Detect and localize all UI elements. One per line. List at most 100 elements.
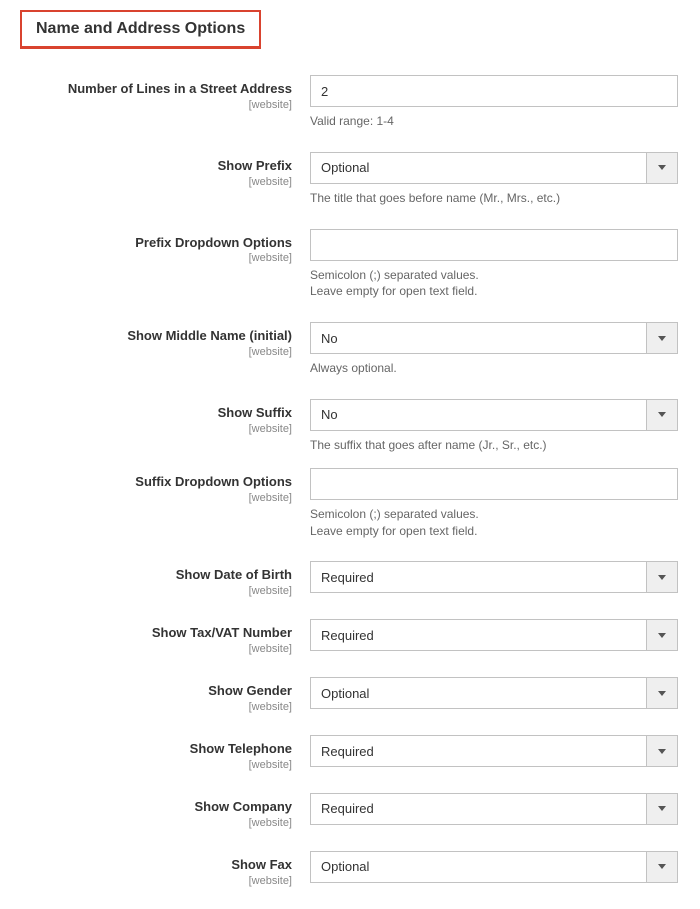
field-scope: [website] [0, 759, 292, 771]
field-label: Show Suffix [0, 405, 292, 422]
input-col: Required [310, 793, 678, 825]
field-label: Show Company [0, 799, 292, 816]
chevron-down-icon [646, 322, 678, 354]
field-scope: [website] [0, 252, 292, 264]
help-text: Valid range: 1-4 [310, 113, 678, 130]
select-value: No [310, 399, 646, 431]
help-line: Semicolon (;) separated values. [310, 507, 479, 521]
label-col: Show Date of Birth [website] [0, 561, 310, 597]
field-show-taxvat: Show Tax/VAT Number [website] Required [0, 619, 700, 655]
select-value: Required [310, 793, 646, 825]
select-value: Optional [310, 677, 646, 709]
chevron-down-icon [646, 735, 678, 767]
select-value: Required [310, 561, 646, 593]
help-text: Semicolon (;) separated values. Leave em… [310, 267, 678, 301]
field-scope: [website] [0, 99, 292, 111]
field-scope: [website] [0, 643, 292, 655]
field-scope: [website] [0, 423, 292, 435]
input-col: Valid range: 1-4 [310, 75, 678, 130]
field-show-middle: Show Middle Name (initial) [website] No … [0, 322, 700, 377]
show-taxvat-select[interactable]: Required [310, 619, 678, 651]
field-show-company: Show Company [website] Required [0, 793, 700, 829]
help-line: Leave empty for open text field. [310, 284, 477, 298]
field-show-prefix: Show Prefix [website] Optional The title… [0, 152, 700, 207]
input-col: No The suffix that goes after name (Jr.,… [310, 399, 678, 454]
label-col: Suffix Dropdown Options [website] [0, 468, 310, 504]
select-value: Required [310, 619, 646, 651]
input-col: No Always optional. [310, 322, 678, 377]
label-col: Show Company [website] [0, 793, 310, 829]
field-show-gender: Show Gender [website] Optional [0, 677, 700, 713]
field-label: Show Gender [0, 683, 292, 700]
input-col: Required [310, 735, 678, 767]
field-show-fax: Show Fax [website] Optional [0, 851, 700, 887]
field-scope: [website] [0, 817, 292, 829]
show-telephone-select[interactable]: Required [310, 735, 678, 767]
field-label: Show Date of Birth [0, 567, 292, 584]
input-col: Required [310, 561, 678, 593]
chevron-down-icon [646, 561, 678, 593]
field-suffix-options: Suffix Dropdown Options [website] Semico… [0, 468, 700, 540]
config-form: Name and Address Options Number of Lines… [0, 0, 700, 887]
chevron-down-icon [646, 851, 678, 883]
show-company-select[interactable]: Required [310, 793, 678, 825]
section-title: Name and Address Options [36, 20, 245, 37]
label-col: Show Middle Name (initial) [website] [0, 322, 310, 358]
suffix-options-input[interactable] [310, 468, 678, 500]
select-value: Required [310, 735, 646, 767]
field-label: Show Fax [0, 857, 292, 874]
show-prefix-select[interactable]: Optional [310, 152, 678, 184]
field-label: Number of Lines in a Street Address [0, 81, 292, 98]
chevron-down-icon [646, 152, 678, 184]
chevron-down-icon [646, 399, 678, 431]
input-col: Optional The title that goes before name… [310, 152, 678, 207]
label-col: Show Prefix [website] [0, 152, 310, 188]
label-col: Show Fax [website] [0, 851, 310, 887]
prefix-options-input[interactable] [310, 229, 678, 261]
field-label: Prefix Dropdown Options [0, 235, 292, 252]
field-scope: [website] [0, 585, 292, 597]
label-col: Show Telephone [website] [0, 735, 310, 771]
street-lines-input[interactable] [310, 75, 678, 107]
field-show-telephone: Show Telephone [website] Required [0, 735, 700, 771]
field-show-suffix: Show Suffix [website] No The suffix that… [0, 399, 700, 454]
field-scope: [website] [0, 346, 292, 358]
field-label: Suffix Dropdown Options [0, 474, 292, 491]
show-middle-select[interactable]: No [310, 322, 678, 354]
input-col: Required [310, 619, 678, 651]
field-label: Show Tax/VAT Number [0, 625, 292, 642]
show-gender-select[interactable]: Optional [310, 677, 678, 709]
input-col: Semicolon (;) separated values. Leave em… [310, 229, 678, 301]
field-prefix-options: Prefix Dropdown Options [website] Semico… [0, 229, 700, 301]
section-header: Name and Address Options [20, 10, 261, 49]
help-text: Semicolon (;) separated values. Leave em… [310, 506, 678, 540]
show-fax-select[interactable]: Optional [310, 851, 678, 883]
field-label: Show Telephone [0, 741, 292, 758]
label-col: Show Tax/VAT Number [website] [0, 619, 310, 655]
label-col: Prefix Dropdown Options [website] [0, 229, 310, 265]
input-col: Optional [310, 677, 678, 709]
field-label: Show Prefix [0, 158, 292, 175]
field-scope: [website] [0, 875, 292, 887]
select-value: Optional [310, 851, 646, 883]
help-text: The title that goes before name (Mr., Mr… [310, 190, 678, 207]
input-col: Optional [310, 851, 678, 883]
help-text: Always optional. [310, 360, 678, 377]
help-line: Semicolon (;) separated values. [310, 268, 479, 282]
input-col: Semicolon (;) separated values. Leave em… [310, 468, 678, 540]
label-col: Show Suffix [website] [0, 399, 310, 435]
select-value: Optional [310, 152, 646, 184]
field-label: Show Middle Name (initial) [0, 328, 292, 345]
field-scope: [website] [0, 176, 292, 188]
field-scope: [website] [0, 701, 292, 713]
show-dob-select[interactable]: Required [310, 561, 678, 593]
chevron-down-icon [646, 619, 678, 651]
show-suffix-select[interactable]: No [310, 399, 678, 431]
label-col: Show Gender [website] [0, 677, 310, 713]
chevron-down-icon [646, 793, 678, 825]
field-street-lines: Number of Lines in a Street Address [web… [0, 75, 700, 130]
chevron-down-icon [646, 677, 678, 709]
field-scope: [website] [0, 492, 292, 504]
label-col: Number of Lines in a Street Address [web… [0, 75, 310, 111]
help-text: The suffix that goes after name (Jr., Sr… [310, 437, 678, 454]
